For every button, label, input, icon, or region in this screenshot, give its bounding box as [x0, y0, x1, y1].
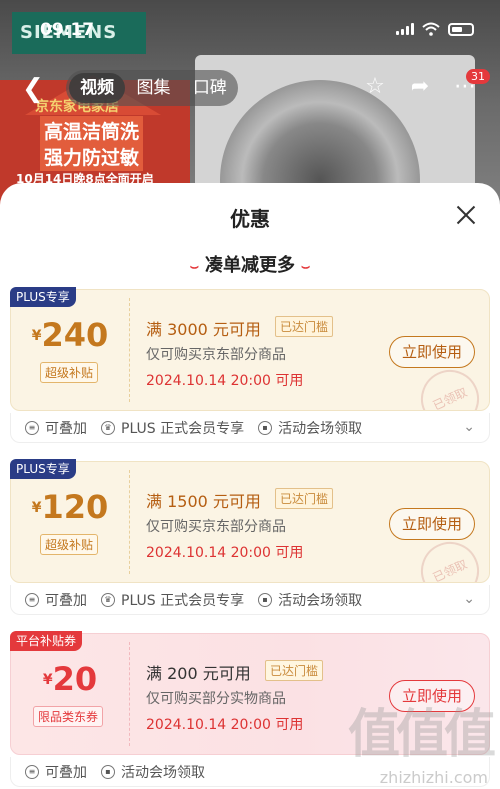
crown-icon: ♛ [101, 592, 115, 607]
claimed-stamp: 已领取 [411, 360, 489, 410]
message-badge: 31 [466, 69, 490, 84]
tab-reviews[interactable]: 口碑 [182, 73, 238, 103]
feature-label: 活动会场领取 [278, 592, 363, 609]
feature-venue: ▪ 活动会场领取 [258, 590, 362, 610]
feature-plus: ♛ PLUS 正式会员专享 [101, 418, 244, 438]
stack-icon: ≡ [25, 420, 39, 435]
coupon-type-label: 超级补贴 [40, 362, 99, 383]
threshold-badge: 已达门槛 [275, 316, 334, 337]
ticket-icon: ▪ [258, 592, 273, 607]
amount-value: 240 [41, 316, 109, 354]
coupon-expiry: 2024.10.14 20:00 可用 [146, 373, 304, 389]
coupon-expiry: 2024.10.14 20:00 可用 [146, 545, 304, 561]
coupon-tag: 平台补贴券 [10, 631, 83, 651]
share-icon[interactable]: ➦ [405, 74, 435, 104]
ticket-icon: ▪ [258, 420, 273, 435]
coupon-body: ¥240 超级补贴 满 3000 元可用 已达门槛 仅可购买京东部分商品 202… [10, 289, 490, 411]
feature-label: 可叠加 [45, 592, 87, 609]
back-icon[interactable]: ❮ [22, 74, 44, 104]
feature-label: 活动会场领取 [121, 764, 205, 781]
feature-label: 活动会场领取 [278, 420, 363, 437]
coupon-divider [129, 470, 130, 574]
coupon-divider [129, 298, 130, 402]
coupon-condition: 满 1500 元可用 [146, 492, 261, 511]
chevron-down-icon[interactable]: ⌄ [463, 591, 475, 607]
coupon-features: ≡ 可叠加 ♛ PLUS 正式会员专享 ▪ 活动会场领取 ⌄ [10, 413, 490, 443]
status-time: 09:17 [40, 20, 95, 40]
wifi-icon [422, 22, 440, 36]
currency-symbol: ¥ [31, 500, 42, 516]
close-icon[interactable] [454, 203, 478, 227]
sheet-subtitle: ⌣ 凑单减更多 ⌣ [0, 251, 500, 277]
promo-headline-1: 高温洁筒洗 [40, 116, 144, 145]
coupon-type-label: 限品类东券 [33, 706, 104, 727]
claimed-stamp: 已领取 [411, 532, 489, 582]
use-now-button[interactable]: 立即使用 [389, 508, 475, 540]
tab-video[interactable]: 视频 [69, 73, 126, 103]
use-now-button[interactable]: 立即使用 [389, 336, 475, 368]
feature-stackable: ≡ 可叠加 [25, 762, 87, 782]
subtitle-text: 凑单减更多 [205, 255, 295, 276]
smile-left-icon: ⌣ [189, 259, 199, 275]
feature-label: 可叠加 [45, 420, 87, 437]
watermark-text: zhizhizhi.com [379, 768, 488, 787]
media-tabs: 视频 图集 口碑 [66, 70, 238, 106]
coupon-condition: 满 3000 元可用 [146, 320, 261, 339]
amount-value: 20 [52, 660, 98, 698]
battery-icon [448, 22, 474, 36]
ticket-icon: ▪ [101, 764, 115, 779]
signal-icon [396, 23, 414, 35]
stack-icon: ≡ [25, 592, 39, 607]
currency-symbol: ¥ [31, 328, 42, 344]
amount-value: 120 [41, 488, 109, 526]
coupon-amount: ¥240 [11, 316, 129, 354]
coupon-type-label: 超级补贴 [40, 534, 99, 555]
status-icons [396, 22, 474, 36]
sheet-title: 优惠 [230, 207, 270, 231]
feature-label: PLUS 正式会员专享 [121, 592, 245, 609]
coupon-amount: ¥20 [11, 660, 129, 698]
coupon-expiry: 2024.10.14 20:00 可用 [146, 717, 304, 733]
feature-venue: ▪ 活动会场领取 [101, 762, 205, 782]
feature-stackable: ≡ 可叠加 [25, 418, 87, 438]
coupon-sheet: 优惠 ⌣ 凑单减更多 ⌣ PLUS专享 ¥240 超级补贴 满 3000 元可用 已… [0, 183, 500, 789]
smile-right-icon: ⌣ [301, 259, 311, 275]
feature-plus: ♛ PLUS 正式会员专享 [101, 590, 244, 610]
promo-headline-2: 强力防过敏 [40, 142, 144, 171]
coupon-scope: 仅可购买京东部分商品 [146, 519, 286, 535]
favorite-icon[interactable]: ☆ [360, 74, 390, 104]
feature-label: PLUS 正式会员专享 [121, 420, 245, 437]
chevron-down-icon[interactable]: ⌄ [463, 419, 475, 435]
feature-stackable: ≡ 可叠加 [25, 590, 87, 610]
coupon-tag: PLUS专享 [10, 287, 76, 307]
feature-label: 可叠加 [45, 764, 87, 781]
threshold-badge: 已达门槛 [275, 488, 334, 509]
coupon-body: ¥120 超级补贴 满 1500 元可用 已达门槛 仅可购买京东部分商品 202… [10, 461, 490, 583]
threshold-badge: 已达门槛 [265, 660, 324, 681]
crown-icon: ♛ [101, 420, 115, 435]
stack-icon: ≡ [25, 764, 39, 779]
feature-venue: ▪ 活动会场领取 [258, 418, 362, 438]
coupon-divider [129, 642, 130, 746]
coupon-features: ≡ 可叠加 ♛ PLUS 正式会员专享 ▪ 活动会场领取 ⌄ [10, 585, 490, 615]
watermark-logo: 值值值 [347, 705, 496, 765]
currency-symbol: ¥ [42, 672, 53, 688]
coupon-scope: 仅可购买京东部分商品 [146, 347, 286, 363]
coupon-tag: PLUS专享 [10, 459, 76, 479]
coupon-condition: 满 200 元可用 [146, 664, 251, 683]
coupon-scope: 仅可购买部分实物商品 [146, 691, 286, 707]
coupon-amount: ¥120 [11, 488, 129, 526]
tab-gallery[interactable]: 图集 [125, 73, 181, 103]
